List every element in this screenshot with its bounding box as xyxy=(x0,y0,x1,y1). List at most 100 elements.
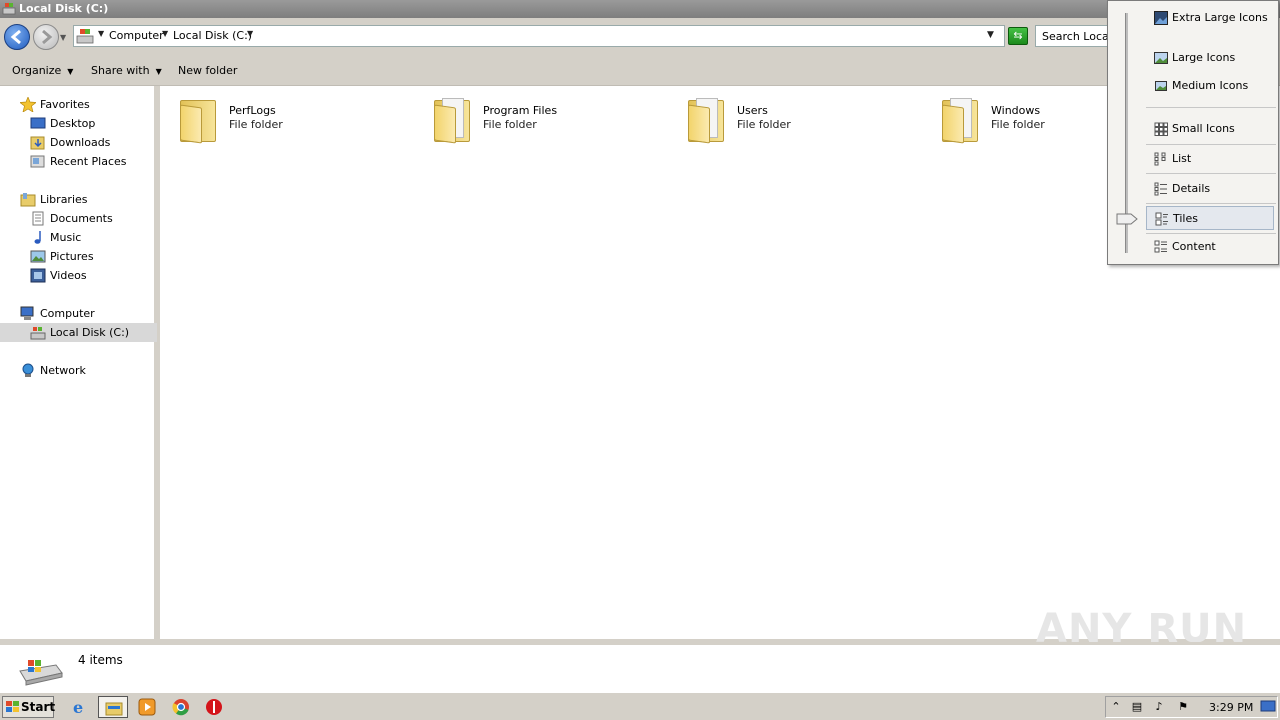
folder-icon xyxy=(686,96,728,144)
chevron-down-icon[interactable]: ▼ xyxy=(247,29,253,38)
star-icon xyxy=(20,97,36,112)
windows-logo-icon xyxy=(6,701,19,712)
nav-libraries[interactable]: Libraries xyxy=(0,190,157,209)
medium-icons-icon xyxy=(1155,81,1167,91)
folder-name: Program Files xyxy=(483,104,558,117)
nav-pictures[interactable]: Pictures xyxy=(0,247,157,266)
drive-icon xyxy=(2,3,16,15)
tiles-view-icon xyxy=(1155,212,1168,226)
chrome-icon[interactable] xyxy=(172,698,190,716)
nav-documents[interactable]: Documents xyxy=(0,209,157,228)
nav-videos[interactable]: Videos xyxy=(0,266,157,285)
pictures-icon xyxy=(30,250,46,263)
network-icon xyxy=(22,363,34,377)
documents-icon xyxy=(32,211,44,226)
folder-tile[interactable]: Users File folder xyxy=(668,94,918,146)
folder-tile[interactable]: PerfLogs File folder xyxy=(160,94,410,146)
nav-recent-places[interactable]: Recent Places xyxy=(0,152,157,171)
libraries-icon xyxy=(20,193,36,207)
show-hidden-icons-icon[interactable]: ⌃ xyxy=(1109,700,1123,714)
view-option-medium-icons[interactable]: Medium Icons xyxy=(1146,74,1274,98)
svg-text:e: e xyxy=(73,698,83,716)
nav-local-disk[interactable]: Local Disk (C:) xyxy=(0,323,157,342)
address-field[interactable]: ▼ Computer ▼ Local Disk (C:) ▼ ▼ xyxy=(73,25,1005,47)
drive-icon xyxy=(19,660,63,686)
content-view-icon xyxy=(1154,240,1167,253)
nav-desktop[interactable]: Desktop xyxy=(0,114,157,133)
system-tray: ⌃ ▤ ♪ ⚑ 3:29 PM xyxy=(1105,696,1278,718)
window-title: Local Disk (C:) xyxy=(19,2,109,15)
view-option-large-icons[interactable]: Large Icons xyxy=(1146,46,1274,70)
view-option-tiles[interactable]: Tiles xyxy=(1146,206,1274,230)
folder-type: File folder xyxy=(737,118,791,131)
videos-icon xyxy=(30,268,46,283)
nav-favorites[interactable]: Favorites xyxy=(0,95,157,114)
chevron-down-icon[interactable]: ▼ xyxy=(162,29,168,38)
command-bar: Organize ▼ Share with ▼ New folder xyxy=(0,54,1280,86)
internet-explorer-icon[interactable]: e xyxy=(71,698,89,716)
taskbar: Start e ⌃ ▤ ♪ ⚑ 3:29 PM xyxy=(0,692,1280,720)
downloads-folder-icon xyxy=(30,136,45,150)
organize-button[interactable]: Organize ▼ xyxy=(12,64,73,77)
view-option-small-icons[interactable]: Small Icons xyxy=(1146,117,1274,141)
show-desktop-icon[interactable] xyxy=(1260,700,1276,714)
folder-name: Windows xyxy=(991,104,1041,117)
menu-separator xyxy=(1146,144,1276,145)
folder-type: File folder xyxy=(483,118,537,131)
list-view-icon xyxy=(1154,152,1166,166)
menu-separator xyxy=(1146,233,1276,234)
drive-icon xyxy=(76,29,94,44)
folder-icon xyxy=(105,702,123,716)
large-icons-icon xyxy=(1154,52,1168,64)
address-dropdown-icon[interactable]: ▼ xyxy=(987,30,994,40)
view-option-extra-large-icons[interactable]: Extra Large Icons xyxy=(1146,6,1274,30)
folder-icon xyxy=(940,96,982,144)
chevron-down-icon[interactable]: ▼ xyxy=(98,29,104,38)
new-folder-button[interactable]: New folder xyxy=(178,64,237,77)
chevron-down-icon: ▼ xyxy=(155,67,162,76)
folder-name: Users xyxy=(737,104,768,117)
details-pane: 4 items xyxy=(0,642,1280,692)
breadcrumb-local-disk[interactable]: Local Disk (C:) xyxy=(173,29,252,42)
view-option-content[interactable]: Content xyxy=(1146,235,1274,259)
nav-computer[interactable]: Computer xyxy=(0,304,157,323)
arrow-right-icon xyxy=(42,29,53,45)
recent-pages-button[interactable]: ▼ xyxy=(60,33,69,42)
menu-separator xyxy=(1146,107,1276,108)
music-note-icon xyxy=(34,231,41,244)
view-option-list[interactable]: List xyxy=(1146,147,1274,171)
refresh-button[interactable]: ⇆ xyxy=(1008,27,1028,45)
refresh-icon: ⇆ xyxy=(1013,29,1023,42)
title-bar: Local Disk (C:) xyxy=(0,0,1280,18)
volume-icon[interactable]: ♪ xyxy=(1152,700,1166,714)
folder-tile[interactable]: Program Files File folder xyxy=(414,94,664,146)
computer-icon xyxy=(20,306,34,320)
folder-icon xyxy=(432,96,474,144)
folder-name: PerfLogs xyxy=(229,104,276,117)
breadcrumb-computer[interactable]: Computer xyxy=(109,29,164,42)
media-player-icon[interactable] xyxy=(138,698,156,716)
forward-button[interactable] xyxy=(33,24,59,50)
small-icons-icon xyxy=(1154,122,1168,136)
nav-network[interactable]: Network xyxy=(0,361,157,380)
action-center-flag-icon[interactable]: ⚑ xyxy=(1176,700,1190,714)
stop-icon[interactable] xyxy=(205,698,223,716)
details-view-icon xyxy=(1154,182,1167,196)
view-option-details[interactable]: Details xyxy=(1146,177,1274,201)
navigation-pane: Favorites Desktop Downloads Recent Place… xyxy=(0,86,157,639)
start-button[interactable]: Start xyxy=(2,696,55,718)
network-status-icon[interactable]: ▤ xyxy=(1130,700,1144,714)
back-button[interactable] xyxy=(4,24,30,50)
taskbar-explorer-button[interactable] xyxy=(98,696,128,718)
view-size-slider-thumb[interactable] xyxy=(1116,213,1138,225)
share-with-button[interactable]: Share with ▼ xyxy=(91,64,162,77)
address-bar: ▼ ▼ Computer ▼ Local Disk (C:) ▼ ▼ ⇆ Sea… xyxy=(0,18,1280,54)
search-input[interactable]: Search Local D xyxy=(1035,25,1115,47)
nav-downloads[interactable]: Downloads xyxy=(0,133,157,152)
desktop-icon xyxy=(30,117,46,129)
item-count: 4 items xyxy=(78,653,123,667)
clock[interactable]: 3:29 PM xyxy=(1209,701,1253,714)
recent-places-icon xyxy=(30,155,45,168)
arrow-left-icon xyxy=(10,29,21,45)
nav-music[interactable]: Music xyxy=(0,228,157,247)
